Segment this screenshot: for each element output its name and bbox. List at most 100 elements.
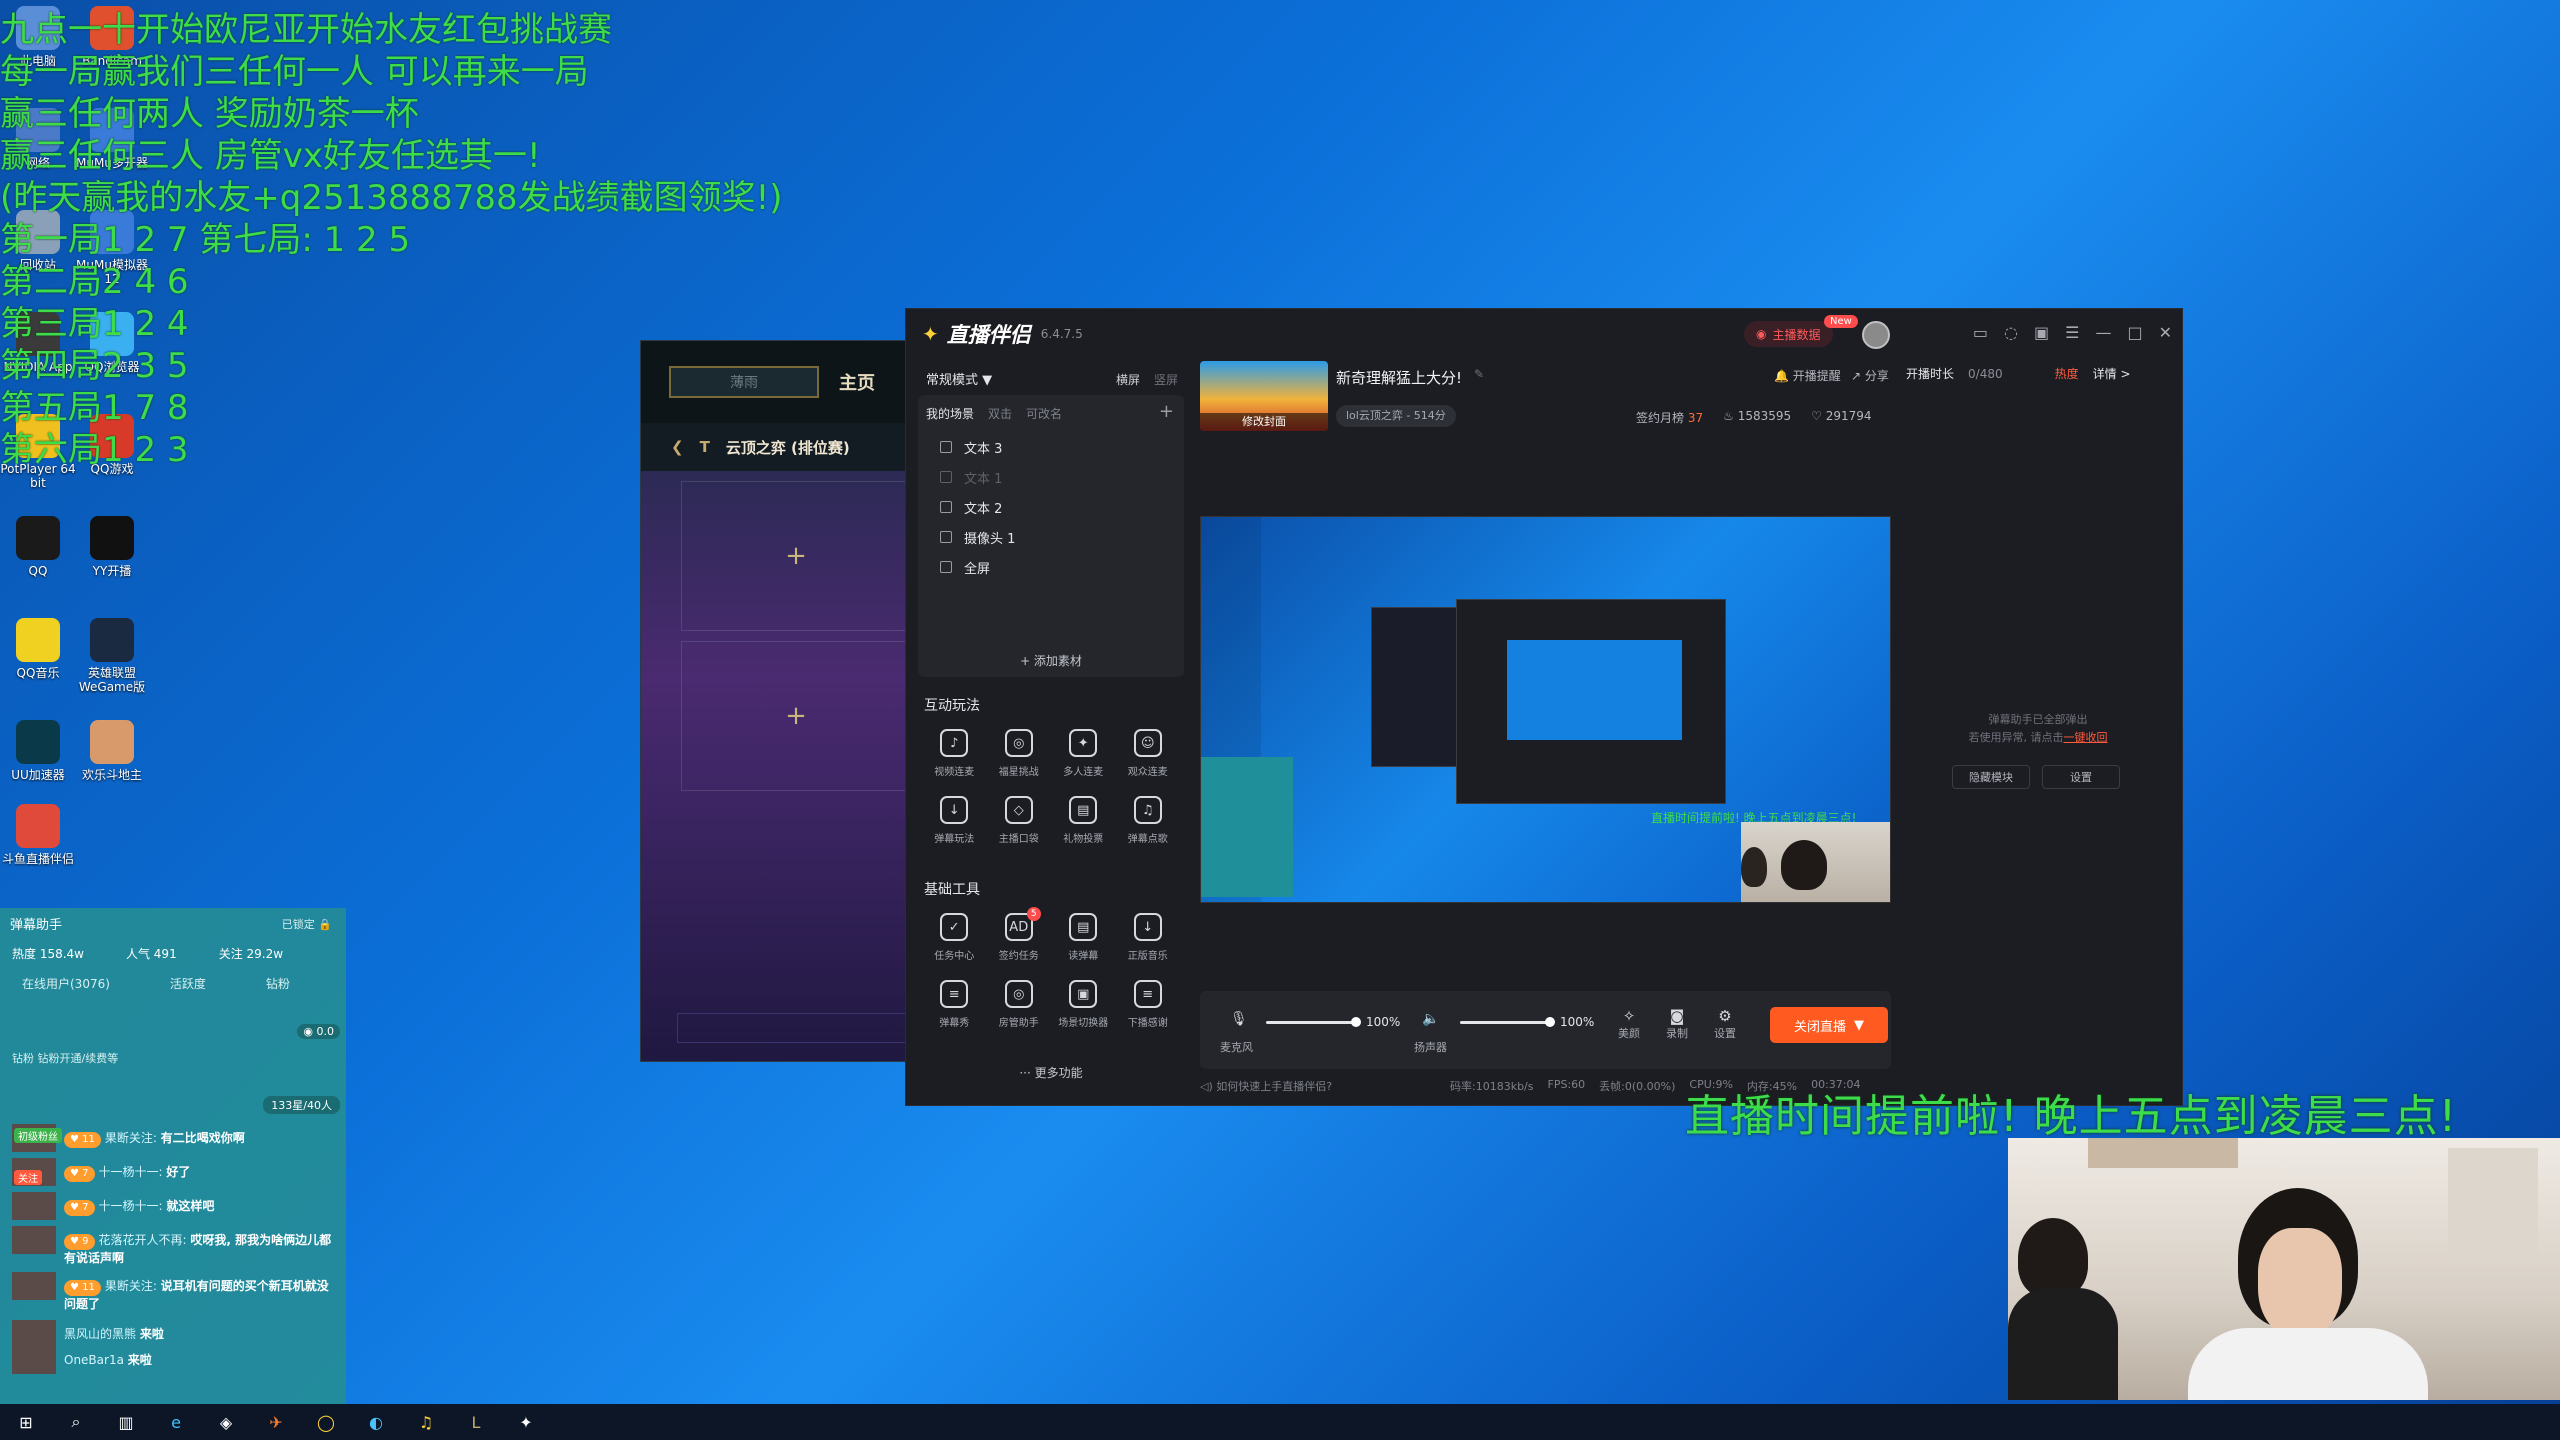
change-cover-label[interactable]: 修改封面 xyxy=(1200,413,1328,431)
share-button[interactable]: ↗ 分享 xyxy=(1851,367,1889,384)
mic-icon[interactable]: 🎙 xyxy=(1230,1011,1248,1027)
speaker-icon[interactable]: 🔈 xyxy=(1422,1011,1439,1027)
more-functions-button[interactable]: ··· 更多功能 xyxy=(918,1064,1184,1081)
tool-button[interactable]: ▤ 礼物投票 xyxy=(1051,796,1116,845)
chat-username[interactable]: 果断关注: xyxy=(105,1131,161,1145)
tab-online-users[interactable]: 在线用户(3076) xyxy=(22,975,110,992)
monthly-rank[interactable]: 签约月榜 37 xyxy=(1636,409,1703,426)
chat-username[interactable]: OneBar1a xyxy=(64,1353,128,1367)
desktop-icon[interactable]: 欢乐斗地主 xyxy=(74,720,150,782)
lol-taskbar-icon[interactable]: L xyxy=(464,1410,488,1434)
avatar[interactable] xyxy=(12,1320,56,1348)
chat-username[interactable]: 花落花开人不再: xyxy=(99,1233,191,1247)
qq-browser-taskbar-icon[interactable]: ◐ xyxy=(364,1410,388,1434)
avatar[interactable] xyxy=(12,1346,56,1374)
live-data-button[interactable]: ◉ 主播数据 xyxy=(1744,321,1833,347)
douyu-taskbar-icon[interactable]: ✈ xyxy=(264,1410,288,1434)
close-live-button[interactable]: 关闭直播 ▼ xyxy=(1770,1007,1888,1043)
scene-tab-mine[interactable]: 我的场景 xyxy=(926,405,974,422)
speaker-volume-slider[interactable] xyxy=(1460,1017,1555,1027)
avatar[interactable] xyxy=(12,1192,56,1220)
maximize-icon[interactable]: □ xyxy=(2127,323,2142,342)
tab-diamond-fans[interactable]: 钻粉 xyxy=(266,975,290,992)
desktop-icon[interactable]: UU加速器 xyxy=(0,720,76,782)
desktop-icon[interactable]: 斗鱼直播伴侣 xyxy=(0,804,76,866)
task-view-icon[interactable]: ▥ xyxy=(114,1410,138,1434)
lol-logo[interactable]: 薄雨 xyxy=(669,366,819,398)
desktop-icon[interactable]: 英雄联盟WeGame版 xyxy=(74,618,150,694)
menu-icon[interactable]: ☰ xyxy=(2065,323,2079,342)
tool-button[interactable]: ◎ 房管助手 xyxy=(987,980,1052,1029)
tool-button[interactable]: ✦ 多人连麦 xyxy=(1051,729,1116,778)
chat-username[interactable]: 十一杨十一: xyxy=(99,1199,167,1213)
desktop-icon[interactable]: QQ音乐 xyxy=(0,618,76,680)
tool-button[interactable]: ↓ 正版音乐 xyxy=(1116,913,1181,962)
lobby-slot[interactable]: + xyxy=(681,641,909,791)
tool-button[interactable]: ◎ 福星挑战 xyxy=(987,729,1052,778)
tool-button[interactable]: ◇ 主播口袋 xyxy=(987,796,1052,845)
scene-item[interactable]: 全屏 xyxy=(918,552,1184,582)
slider-knob[interactable] xyxy=(1545,1017,1555,1027)
feedback-icon[interactable]: ▣ xyxy=(2034,323,2049,342)
lol-client-window[interactable]: 薄雨 主页 ❮ T 云顶之弈 (排位赛) + + xyxy=(640,340,910,1062)
room-category[interactable]: lol云顶之弈 - 514分 xyxy=(1336,405,1456,427)
tool-button[interactable]: ≡ 弹幕秀 xyxy=(922,980,987,1029)
avatar[interactable] xyxy=(1862,321,1890,349)
windows-start-icon[interactable]: ⊞ xyxy=(14,1410,38,1434)
scene-item[interactable]: 文本 1 xyxy=(918,462,1184,492)
minimize-icon[interactable]: — xyxy=(2095,323,2111,342)
edge-icon[interactable]: e xyxy=(164,1410,188,1434)
record-button[interactable]: ◙ 录制 xyxy=(1666,1007,1688,1041)
tool-button[interactable]: ↓ 弹幕玩法 xyxy=(922,796,987,845)
tool-button[interactable]: ✓ 任务中心 xyxy=(922,913,987,962)
search-icon[interactable]: ⌕ xyxy=(64,1410,88,1434)
tool-button[interactable]: ▤ 读弹幕 xyxy=(1051,913,1116,962)
chat-username[interactable]: 十一杨十一: xyxy=(99,1165,167,1179)
hide-module-button[interactable]: 隐藏模块 xyxy=(1952,765,2030,789)
scene-item[interactable]: 文本 3 xyxy=(918,432,1184,462)
tool-button[interactable]: ▣ 场景切换器 xyxy=(1051,980,1116,1029)
right-settings-button[interactable]: 设置 xyxy=(2042,765,2120,789)
message-icon[interactable]: ▭ xyxy=(1973,323,1988,342)
slider-knob[interactable] xyxy=(1351,1017,1361,1027)
tool-button[interactable]: AD 5 签约任务 xyxy=(987,907,1052,962)
avatar[interactable] xyxy=(12,1226,56,1254)
close-icon[interactable]: ✕ xyxy=(2159,323,2172,342)
headset-icon[interactable]: ◌ xyxy=(2004,323,2018,342)
chat-username[interactable]: 黑风山的黑熊 xyxy=(64,1327,140,1341)
avatar[interactable] xyxy=(12,1272,56,1300)
add-player-icon[interactable]: + xyxy=(785,701,807,731)
tab-activity[interactable]: 活跃度 xyxy=(170,975,206,992)
stream-preview[interactable]: 直播时间提前啦! 晚上五点到凌晨三点! xyxy=(1200,516,1891,903)
open-reminder[interactable]: 🔔 开播提醒 xyxy=(1774,367,1841,384)
tool-button[interactable]: ♪ 视频连麦 xyxy=(922,729,987,778)
recall-link[interactable]: 一键收回 xyxy=(2064,731,2108,744)
beauty-button[interactable]: ✧ 美颜 xyxy=(1618,1007,1640,1041)
scene-item[interactable]: 文本 2 xyxy=(918,492,1184,522)
add-material-button[interactable]: + 添加素材 xyxy=(918,652,1184,669)
live-companion-taskbar-icon[interactable]: ✦ xyxy=(514,1410,538,1434)
tool-button[interactable]: ☺ 观众连麦 xyxy=(1116,729,1181,778)
room-title[interactable]: 新奇理解猛上大分! xyxy=(1336,367,1462,388)
desktop-icon[interactable]: QQ xyxy=(0,516,76,578)
chat-username[interactable]: 果断关注: xyxy=(105,1279,161,1293)
yy-taskbar-icon[interactable]: ◯ xyxy=(314,1410,338,1434)
detail-link[interactable]: 详情 > xyxy=(2093,365,2131,382)
cover-image[interactable]: 修改封面 xyxy=(1200,361,1328,431)
settings-button[interactable]: ⚙ 设置 xyxy=(1714,1007,1736,1041)
back-arrow-icon[interactable]: ❮ xyxy=(671,438,684,456)
qq-music-taskbar-icon[interactable]: ♫ xyxy=(414,1410,438,1434)
scene-item[interactable]: 摄像头 1 xyxy=(918,522,1184,552)
desktop-icon[interactable]: YY开播 xyxy=(74,516,150,578)
lobby-slot[interactable]: + xyxy=(681,481,909,631)
add-scene-icon[interactable]: + xyxy=(1159,401,1174,422)
tool-button[interactable]: ≡ 下播感谢 xyxy=(1116,980,1181,1029)
mic-volume-slider[interactable] xyxy=(1266,1017,1361,1027)
help-link[interactable]: ◁) 如何快速上手直播伴侣? xyxy=(1200,1078,1332,1094)
add-player-icon[interactable]: + xyxy=(785,541,807,571)
steam-icon[interactable]: ◈ xyxy=(214,1410,238,1434)
lol-home-tab[interactable]: 主页 xyxy=(839,369,875,395)
orient-portrait[interactable]: 竖屏 xyxy=(1154,371,1178,388)
tool-button[interactable]: ♫ 弹幕点歌 xyxy=(1116,796,1181,845)
chat-lock[interactable]: 已锁定 🔒 xyxy=(282,916,332,932)
